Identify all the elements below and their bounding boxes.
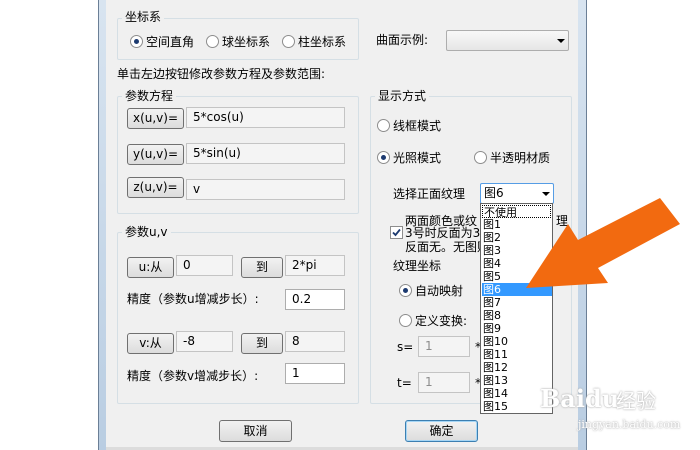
x-equation-field[interactable]: 5*cos(u) — [186, 107, 345, 128]
two-side-text-2: 3号时反面为3 — [405, 226, 481, 240]
v-from-field[interactable]: -8 — [176, 331, 233, 352]
v-to-field[interactable]: 8 — [285, 331, 345, 352]
front-texture-label: 选择正面纹理 — [393, 187, 466, 201]
display-label: 显示方式 — [375, 89, 430, 103]
v-to-button[interactable]: 到 — [241, 333, 283, 354]
radio-lighting[interactable] — [377, 151, 390, 164]
s-field[interactable]: 1 — [418, 336, 470, 357]
u-to-button[interactable]: 到 — [241, 257, 283, 278]
dropdown-item[interactable]: 图11 — [482, 348, 552, 361]
front-texture-value: 图6 — [484, 186, 504, 200]
y-equation-field[interactable]: 5*sin(u) — [186, 143, 345, 164]
checkmark-icon — [392, 228, 401, 237]
texture-coord-label: 纹理坐标 — [393, 259, 442, 273]
dropdown-item[interactable]: 图1 — [482, 218, 552, 231]
radio-custom-transform-label[interactable]: 定义变换: — [415, 314, 467, 328]
dropdown-item[interactable]: 图4 — [482, 257, 552, 270]
coord-system-label: 坐标系 — [122, 10, 165, 24]
surface-example-select[interactable] — [446, 30, 569, 51]
radio-custom-transform[interactable] — [399, 314, 412, 327]
watermark-brand: Baidu — [540, 384, 620, 413]
dropdown-item[interactable]: 图9 — [482, 322, 552, 335]
watermark-sub: 经验 — [616, 389, 656, 413]
ok-button[interactable]: 确定 — [405, 420, 478, 442]
v-step-field[interactable]: 1 — [285, 363, 345, 384]
dropdown-item[interactable]: 图7 — [482, 296, 552, 309]
front-texture-select[interactable]: 图6 — [480, 183, 554, 204]
dropdown-item[interactable]: 图10 — [482, 335, 552, 348]
chevron-down-icon — [557, 39, 565, 43]
radio-spherical-label[interactable]: 球坐标系 — [222, 35, 270, 49]
two-side-text-3: 反面无。无图贴 — [405, 240, 490, 254]
background-left — [0, 0, 98, 450]
z-equation-button[interactable]: z(u,v)= — [127, 177, 184, 198]
s-label: s= — [397, 340, 414, 354]
dropdown-item-selected[interactable]: 图6 — [482, 283, 552, 296]
radio-translucent-label[interactable]: 半透明材质 — [490, 151, 550, 165]
radio-auto-map[interactable] — [399, 284, 412, 297]
radio-auto-map-label[interactable]: 自动映射 — [415, 284, 463, 298]
t-field[interactable]: 1 — [418, 372, 470, 393]
radio-cylindrical[interactable] — [282, 35, 295, 48]
params-label: 参数u,v — [122, 225, 171, 239]
radio-cylindrical-label[interactable]: 柱坐标系 — [298, 35, 346, 49]
y-equation-button[interactable]: y(u,v)= — [127, 144, 184, 165]
equations-label: 参数方程 — [122, 89, 177, 103]
cancel-button[interactable]: 取消 — [219, 420, 292, 442]
radio-wireframe-label[interactable]: 线框模式 — [393, 119, 441, 133]
radio-cartesian[interactable] — [130, 35, 143, 48]
dropdown-item[interactable]: 不使用 — [482, 205, 551, 219]
dropdown-item[interactable]: 图2 — [482, 231, 552, 244]
u-from-button[interactable]: u:从 — [127, 257, 174, 278]
v-from-button[interactable]: v:从 — [127, 333, 174, 354]
dropdown-item[interactable]: 图5 — [482, 270, 552, 283]
u-step-field[interactable]: 0.2 — [285, 289, 345, 310]
x-equation-button[interactable]: x(u,v)= — [127, 108, 184, 129]
surface-example-label: 曲面示例: — [376, 33, 429, 47]
radio-translucent[interactable] — [474, 151, 487, 164]
z-equation-field[interactable]: v — [186, 179, 345, 200]
two-side-checkbox[interactable] — [390, 226, 403, 239]
dropdown-item[interactable]: 图8 — [482, 309, 552, 322]
radio-cartesian-label[interactable]: 空间直角 — [146, 35, 194, 49]
watermark-url: jingyan.baidu.com — [578, 418, 681, 431]
dropdown-item[interactable]: 图3 — [482, 244, 552, 257]
v-step-label: 精度（参数v增减步长）: — [127, 369, 259, 383]
radio-spherical[interactable] — [206, 35, 219, 48]
dropdown-item[interactable]: 图12 — [482, 361, 552, 374]
t-label: t= — [397, 376, 412, 390]
radio-wireframe[interactable] — [377, 119, 390, 132]
watermark: Baidu 经验 jingyan.baidu.com — [540, 380, 696, 440]
u-from-field[interactable]: 0 — [176, 255, 233, 276]
two-side-text-1b: 理 — [556, 214, 569, 228]
hint-text: 单击左边按钮修改参数方程及参数范围: — [117, 67, 326, 81]
chevron-down-icon — [542, 192, 550, 196]
radio-lighting-label[interactable]: 光照模式 — [393, 151, 441, 165]
u-step-label: 精度（参数u增减步长）: — [127, 292, 259, 306]
u-to-field[interactable]: 2*pi — [285, 255, 345, 276]
